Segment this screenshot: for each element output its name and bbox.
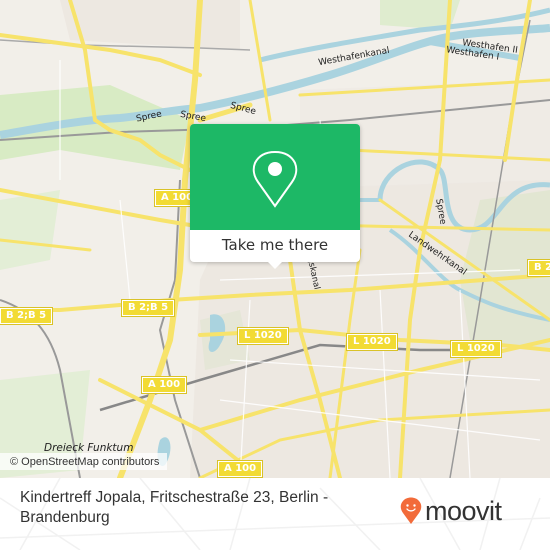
road-shield-b2-b5: B 2;B 5: [0, 307, 54, 325]
popup-pointer: [267, 261, 283, 269]
moovit-pin-icon: [400, 497, 422, 524]
road-shield-l1020: L 1020: [450, 340, 502, 358]
moovit-logo[interactable]: moovit: [400, 496, 502, 526]
road-shield-l1020: L 1020: [237, 327, 289, 345]
destination-popup: Take me there: [190, 124, 360, 269]
footer: Kindertreff Jopala, Fritschestraße 23, B…: [0, 478, 550, 550]
take-me-there-button[interactable]: Take me there: [190, 230, 360, 262]
popup-header: [190, 124, 360, 230]
park-area: [0, 190, 60, 270]
road-shield-a100: A 100: [216, 460, 264, 478]
urban-area: [60, 0, 240, 50]
location-pin-icon: [252, 151, 298, 208]
moovit-wordmark: moovit: [425, 496, 502, 526]
map-view[interactable]: Westhafen II Westhafen I Westhafenkanal …: [0, 0, 550, 478]
road-shield-l1020: L 1020: [346, 333, 398, 351]
location-address: Kindertreff Jopala, Fritschestraße 23, B…: [20, 489, 329, 526]
map-attribution[interactable]: © OpenStreetMap contributors: [0, 453, 168, 470]
road-shield-b2: B 2: [526, 259, 550, 277]
road-shield-a100: A 100: [140, 376, 188, 394]
page: Westhafen II Westhafen I Westhafenkanal …: [0, 0, 550, 550]
road-shield-b2-b5: B 2;B 5: [120, 299, 176, 317]
